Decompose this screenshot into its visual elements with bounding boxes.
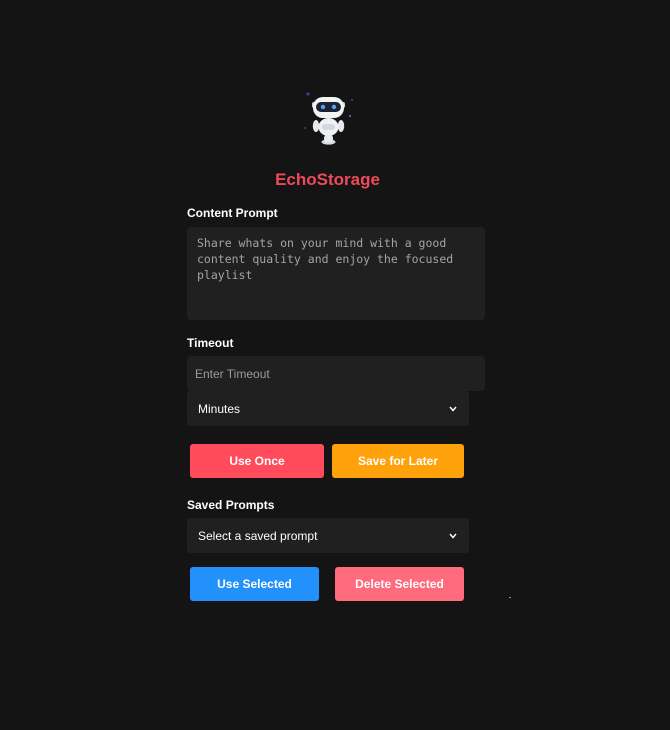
saved-prompts-label: Saved Prompts bbox=[187, 498, 275, 512]
timeout-input[interactable] bbox=[187, 356, 485, 391]
save-for-later-button[interactable]: Save for Later bbox=[332, 444, 464, 478]
app-title: EchoStorage bbox=[275, 170, 380, 189]
use-once-button[interactable]: Use Once bbox=[190, 444, 324, 478]
timeout-unit-select[interactable]: Minutes bbox=[187, 391, 469, 426]
robot-icon bbox=[304, 92, 353, 145]
use-selected-button[interactable]: Use Selected bbox=[190, 567, 319, 601]
page: EchoStorage Content Prompt Timeout Minut… bbox=[0, 0, 670, 730]
content-prompt-label: Content Prompt bbox=[187, 206, 278, 220]
timeout-unit-value: Minutes bbox=[198, 401, 241, 416]
chevron-down-icon bbox=[448, 531, 458, 541]
timeout-label: Timeout bbox=[187, 336, 234, 350]
saved-prompt-select[interactable]: Select a saved prompt bbox=[187, 518, 469, 553]
chevron-down-icon bbox=[448, 404, 458, 414]
decorative-dot bbox=[509, 597, 511, 598]
delete-selected-button[interactable]: Delete Selected bbox=[335, 567, 464, 601]
saved-prompt-value: Select a saved prompt bbox=[198, 528, 318, 543]
content-prompt-textarea[interactable] bbox=[187, 227, 485, 320]
